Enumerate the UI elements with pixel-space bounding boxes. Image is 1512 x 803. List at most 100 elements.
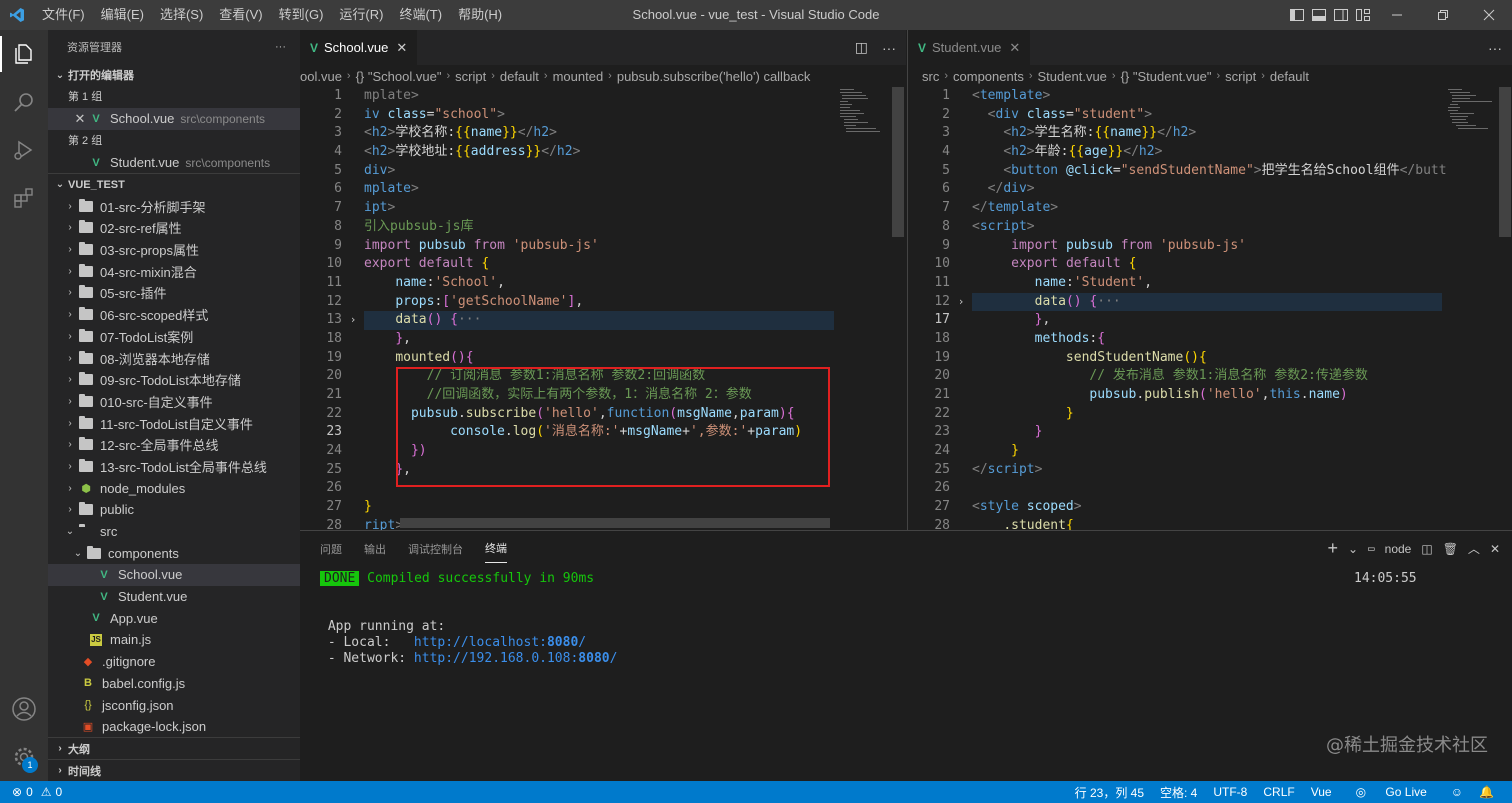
tree-file-babel[interactable]: Bbabel.config.js [48,673,300,695]
go-live-button[interactable]: ◎ Go Live [1340,785,1443,799]
menu-file[interactable]: 文件(F) [34,0,93,30]
line-ending[interactable]: CRLF [1255,785,1302,799]
tree-folder[interactable]: › 06-src-scoped样式 [48,304,300,326]
explorer-icon[interactable] [0,30,48,78]
timeline-section[interactable]: › 时间线 [48,759,300,781]
breadcrumb-item[interactable]: default [500,69,539,84]
tree-file-gitignore[interactable]: ◆ .gitignore [48,651,300,673]
customize-layout-icon[interactable] [1352,0,1374,30]
tree-file-app[interactable]: V App.vue [48,607,300,629]
feedback-icon[interactable]: ☺ [1443,785,1471,799]
encoding[interactable]: UTF-8 [1205,785,1255,799]
search-icon[interactable] [0,78,48,126]
menu-edit[interactable]: 编辑(E) [93,0,152,30]
tree-folder[interactable]: › 07-TodoList案例 [48,326,300,348]
tree-folder[interactable]: › 08-浏览器本地存储 [48,347,300,369]
language-mode[interactable]: Vue [1303,785,1340,799]
tab-student-vue[interactable]: V Student.vue ✕ [908,30,1031,65]
breadcrumb-item[interactable]: Student.vue [1038,69,1107,84]
breadcrumb-item[interactable]: pubsub.subscribe('hello') callback [617,69,811,84]
menu-help[interactable]: 帮助(H) [450,0,510,30]
trash-icon[interactable]: 🗑 [1443,542,1458,556]
breadcrumb-item[interactable]: src [922,69,939,84]
tree-file-main-js[interactable]: JS main.js [48,629,300,651]
tree-folder[interactable]: › 09-src-TodoList本地存储 [48,369,300,391]
open-editor-student[interactable]: V Student.vue src\components [48,152,300,174]
tree-folder[interactable]: › 12-src-全局事件总线 [48,434,300,456]
fold-chevron-icon[interactable]: › [342,311,364,330]
toggle-panel-icon[interactable] [1308,0,1330,30]
terminal-output[interactable]: DONE Compiled successfully in 90ms 14:05:… [320,571,1512,667]
tab-problems[interactable]: 问题 [320,535,342,563]
project-section[interactable]: ⌄ VUE_TEST [48,173,300,195]
menu-view[interactable]: 查看(V) [211,0,270,30]
tab-terminal[interactable]: 终端 [485,534,507,563]
menu-selection[interactable]: 选择(S) [152,0,211,30]
breadcrumb-item[interactable]: {} "School.vue" [356,69,442,84]
minimap[interactable] [834,87,894,530]
tab-school-vue[interactable]: V School.vue ✕ [300,30,418,65]
fold-chevron-icon[interactable]: › [950,293,972,312]
notifications-bell-icon[interactable]: 🔔 [1471,785,1502,799]
tree-folder[interactable]: › 04-src-mixin混合 [48,260,300,282]
vertical-scrollbar[interactable] [892,87,906,530]
menu-go[interactable]: 转到(G) [271,0,332,30]
tree-file-package-lock[interactable]: ▣ package-lock.json [48,716,300,738]
breadcrumb-item[interactable]: ool.vue [300,69,342,84]
breadcrumb-item[interactable]: components [953,69,1024,84]
toggle-secondary-sidebar-icon[interactable] [1330,0,1352,30]
breadcrumb-item[interactable]: mounted [553,69,604,84]
breadcrumb-item[interactable]: script [455,69,486,84]
network-url[interactable]: http://192.168.0.108:8080/ [414,651,618,666]
close-panel-icon[interactable]: ✕ [1490,542,1500,556]
more-actions-icon[interactable]: ··· [1488,40,1502,56]
menu-run[interactable]: 运行(R) [331,0,391,30]
tree-folder[interactable]: › 01-src-分析脚手架 [48,195,300,217]
split-editor-icon[interactable]: ◫ [855,39,868,56]
indentation[interactable]: 空格: 4 [1152,784,1205,801]
menu-terminal[interactable]: 终端(T) [391,0,450,30]
tree-folder[interactable]: › 010-src-自定义事件 [48,391,300,413]
chevron-down-icon[interactable]: ⌄ [1348,542,1358,556]
breadcrumb-item[interactable]: default [1270,69,1309,84]
outline-section[interactable]: › 大纲 [48,737,300,759]
tab-output[interactable]: 输出 [364,535,386,563]
tree-folder[interactable]: › 13-src-TodoList全局事件总线 [48,456,300,478]
more-actions-icon[interactable]: ··· [275,41,286,53]
local-url[interactable]: http://localhost:8080/ [414,635,586,650]
maximize-panel-icon[interactable]: ︿ [1468,540,1480,557]
close-window-icon[interactable] [1466,0,1512,30]
run-debug-icon[interactable] [0,126,48,174]
tree-folder[interactable]: › 05-src-插件 [48,282,300,304]
horizontal-scrollbar[interactable] [400,518,830,528]
restore-icon[interactable] [1420,0,1466,30]
tree-folder-src[interactable]: ⌄ src [48,521,300,543]
tree-folder[interactable]: › 03-src-props属性 [48,239,300,261]
tree-file-student[interactable]: V Student.vue [48,586,300,608]
terminal-name[interactable]: node [1385,542,1412,556]
close-tab-icon[interactable]: ✕ [396,40,407,56]
tree-folder[interactable]: › 11-src-TodoList自定义事件 [48,412,300,434]
close-tab-icon[interactable]: ✕ [1009,40,1020,56]
more-actions-icon[interactable]: ··· [882,40,896,56]
tree-file-school[interactable]: V School.vue [48,564,300,586]
breadcrumb-item[interactable]: script [1225,69,1256,84]
new-terminal-icon[interactable]: + [1327,538,1338,559]
tree-folder-components[interactable]: ⌄ components [48,542,300,564]
tree-folder-node-modules[interactable]: › ⬢ node_modules [48,477,300,499]
open-editor-school[interactable]: ✕ V School.vue src\components [48,108,300,130]
code-editor[interactable]: 1 <template> 2 <div class="student"> 3 <h… [908,87,1512,530]
minimap[interactable] [1442,87,1502,530]
tree-file-jsconfig[interactable]: {} jsconfig.json [48,694,300,716]
account-icon[interactable] [0,685,48,733]
tab-debug-console[interactable]: 调试控制台 [408,535,463,563]
settings-gear-icon[interactable]: 1 [0,733,48,781]
split-terminal-icon[interactable]: ◫ [1421,542,1432,556]
tree-folder[interactable]: › 02-src-ref属性 [48,217,300,239]
toggle-sidebar-icon[interactable] [1286,0,1308,30]
tree-folder-public[interactable]: › public [48,499,300,521]
cursor-position[interactable]: 行 23，列 45 [1067,784,1152,801]
extensions-icon[interactable] [0,174,48,222]
breadcrumb-item[interactable]: {} "Student.vue" [1121,69,1212,84]
vertical-scrollbar[interactable] [1499,87,1512,530]
